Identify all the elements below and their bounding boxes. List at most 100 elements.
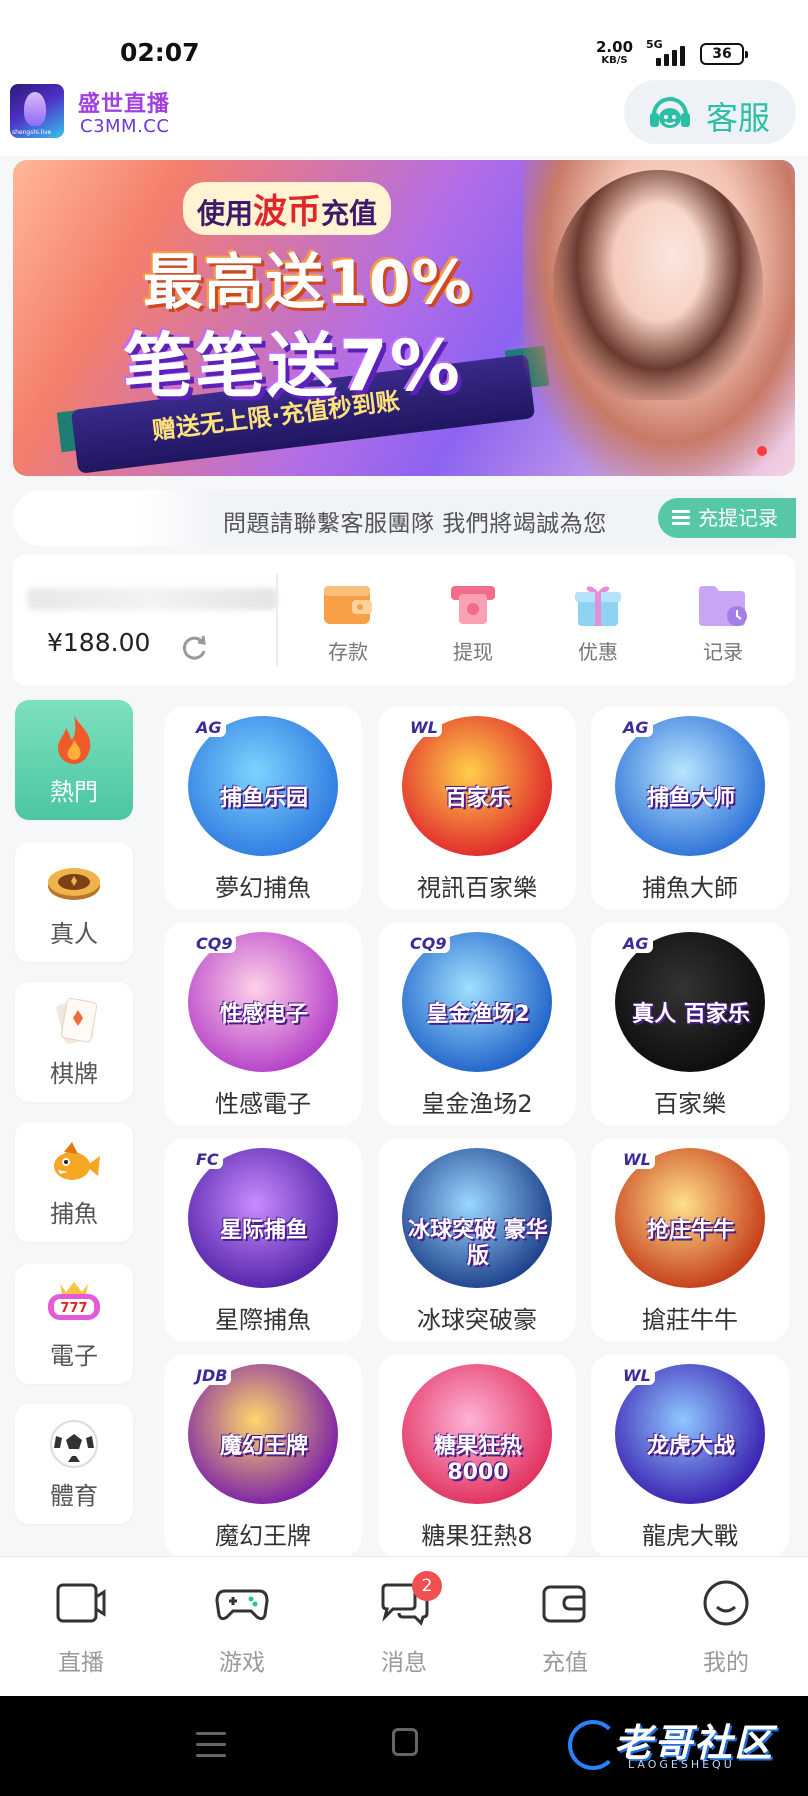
slot-machine-icon: 777 (48, 1282, 100, 1320)
provider-badge: JDB (192, 1366, 232, 1385)
svg-text:777: 777 (60, 1301, 87, 1316)
bottom-nav: 直播 游戏 消息 2 充值 我的 (0, 1556, 808, 1696)
game-label: 皇金渔场2 (421, 1090, 533, 1118)
game-artwork-title: 冰球突破 豪华版 (408, 1218, 548, 1269)
nav-live[interactable]: 直播 (16, 1579, 146, 1677)
system-nav-bar: 老哥社区 LAOGESHEQU (0, 1696, 808, 1796)
gamepad-icon (215, 1589, 269, 1621)
nav-messages[interactable]: 消息 (339, 1579, 469, 1677)
game-tile[interactable]: 冰球突破 豪华版冰球突破豪 (378, 1138, 576, 1342)
banner-line1-prefix: 使用 (197, 197, 254, 230)
deposit-label: 存款 (328, 640, 368, 664)
promo-banner[interactable]: 使用波币充值 最高送10% 笔笔送7% 赠送无上限·充值秒到账 (13, 160, 795, 476)
game-artwork-title: 捕鱼乐园 (219, 786, 308, 811)
casino-chip-icon (48, 868, 100, 900)
category-label: 捕魚 (50, 1200, 98, 1228)
signal-icon (656, 44, 686, 66)
game-tile[interactable]: 真人 百家乐 AG 百家樂 (591, 922, 789, 1126)
game-artwork-title: 魔幻王牌 (219, 1434, 308, 1459)
withdraw-icon (451, 586, 495, 624)
category-live-casino[interactable]: 真人 (15, 842, 133, 962)
gift-icon (575, 586, 621, 626)
game-tile[interactable]: 魔幻王牌 JDB 魔幻王牌 (164, 1354, 362, 1558)
provider-badge: AG (619, 934, 653, 953)
game-label: 百家樂 (654, 1090, 726, 1118)
category-hot[interactable]: 熱門 (15, 700, 133, 820)
provider-badge: WL (619, 1366, 655, 1385)
game-artwork-title: 龙虎大战 (646, 1434, 735, 1459)
game-tile[interactable]: 捕鱼乐园 AG 夢幻捕魚 (164, 706, 362, 910)
category-label: 棋牌 (50, 1060, 98, 1088)
notice-blur-mask (13, 490, 223, 546)
fish-icon (54, 1142, 100, 1180)
game-artwork-title: 捕鱼大师 (646, 786, 735, 811)
video-camera-icon (56, 1583, 106, 1623)
withdraw-button[interactable]: 提现 (428, 582, 518, 672)
watermark-logo-icon (568, 1720, 618, 1770)
nav-label: 游戏 (219, 1650, 265, 1676)
provider-badge: WL (406, 718, 442, 737)
game-tile[interactable]: 性感电子 CQ9 性感電子 (164, 922, 362, 1126)
banner-headline: 最高送10% (143, 248, 473, 318)
promotions-label: 优惠 (578, 640, 618, 664)
banner-line1-suffix: 充值 (321, 197, 378, 230)
banner-line1: 使用波币充值 (183, 182, 392, 235)
transaction-record-button[interactable]: 充提记录 (658, 498, 796, 538)
home-icon[interactable] (392, 1728, 418, 1756)
game-tile[interactable]: 糖果狂热 8000 糖果狂熱8 (378, 1354, 576, 1558)
brand-name: 盛世直播 (78, 92, 171, 117)
promotions-button[interactable]: 优惠 (553, 582, 643, 672)
soccer-ball-icon (50, 1420, 98, 1468)
game-label: 糖果狂熱8 (421, 1522, 533, 1550)
status-time: 02:07 (120, 38, 200, 67)
category-label: 真人 (50, 920, 98, 948)
balance-amount: ¥188.00 (47, 628, 151, 657)
network-speed: 2.00 KB/S (596, 40, 633, 67)
game-artwork-title: 性感电子 (219, 1002, 308, 1027)
game-artwork-title: 皇金渔场2 (426, 1002, 530, 1027)
nav-label: 充值 (542, 1650, 588, 1676)
withdraw-label: 提现 (453, 640, 493, 664)
brand-domain: C3MM.CC (80, 116, 170, 137)
game-tile[interactable]: 龙虎大战 WL 龍虎大戰 (591, 1354, 789, 1558)
category-label: 體育 (50, 1482, 98, 1510)
nav-profile[interactable]: 我的 (661, 1579, 791, 1677)
records-button[interactable]: 记录 (678, 582, 768, 672)
battery-icon: 36 (700, 43, 748, 65)
banner-model-image (523, 160, 795, 476)
nav-label: 消息 (381, 1650, 427, 1676)
category-slots[interactable]: 777 電子 (15, 1264, 133, 1384)
customer-service-button[interactable]: 客服 (624, 80, 796, 144)
banner-pagination-dot[interactable] (757, 446, 767, 456)
game-tile[interactable]: 皇金渔场2 CQ9 皇金渔场2 (378, 922, 576, 1126)
customer-service-label: 客服 (706, 99, 771, 137)
provider-badge: WL (619, 1150, 655, 1169)
category-fishing[interactable]: 捕魚 (15, 1122, 133, 1242)
nav-label: 我的 (703, 1650, 749, 1676)
menu-icon[interactable] (196, 1732, 226, 1758)
provider-badge: AG (192, 718, 226, 737)
nav-recharge[interactable]: 充值 (500, 1579, 630, 1677)
game-label: 視訊百家樂 (417, 874, 537, 902)
game-tile[interactable]: 抢庄牛牛 WL 搶莊牛牛 (591, 1138, 789, 1342)
status-bar: 02:07 2.00 KB/S 5G 36 (0, 0, 808, 74)
game-label: 冰球突破豪 (417, 1306, 537, 1334)
category-card-games[interactable]: 棋牌 (15, 982, 133, 1102)
wallet-icon (542, 1585, 586, 1623)
game-label: 搶莊牛牛 (642, 1306, 738, 1334)
game-tile[interactable]: 捕鱼大师 AG 捕魚大師 (591, 706, 789, 910)
provider-badge: CQ9 (406, 934, 451, 953)
wallet-icon (324, 586, 372, 624)
refresh-icon[interactable] (179, 632, 209, 662)
game-tile[interactable]: 百家乐 WL 視訊百家樂 (378, 706, 576, 910)
game-tile[interactable]: 星际捕鱼 FC 星際捕魚 (164, 1138, 362, 1342)
smiley-icon (703, 1580, 749, 1626)
deposit-button[interactable]: 存款 (303, 582, 393, 672)
category-sports[interactable]: 體育 (15, 1404, 133, 1524)
game-label: 星際捕魚 (215, 1306, 311, 1334)
game-artwork-title: 百家乐 (444, 786, 511, 811)
app-screen: 02:07 2.00 KB/S 5G 36 盛世直播 C3MM.CC 客服 (0, 0, 808, 1796)
nav-games[interactable]: 游戏 (177, 1579, 307, 1677)
watermark-subtext: LAOGESHEQU (628, 1758, 735, 1771)
app-logo[interactable] (10, 84, 64, 138)
